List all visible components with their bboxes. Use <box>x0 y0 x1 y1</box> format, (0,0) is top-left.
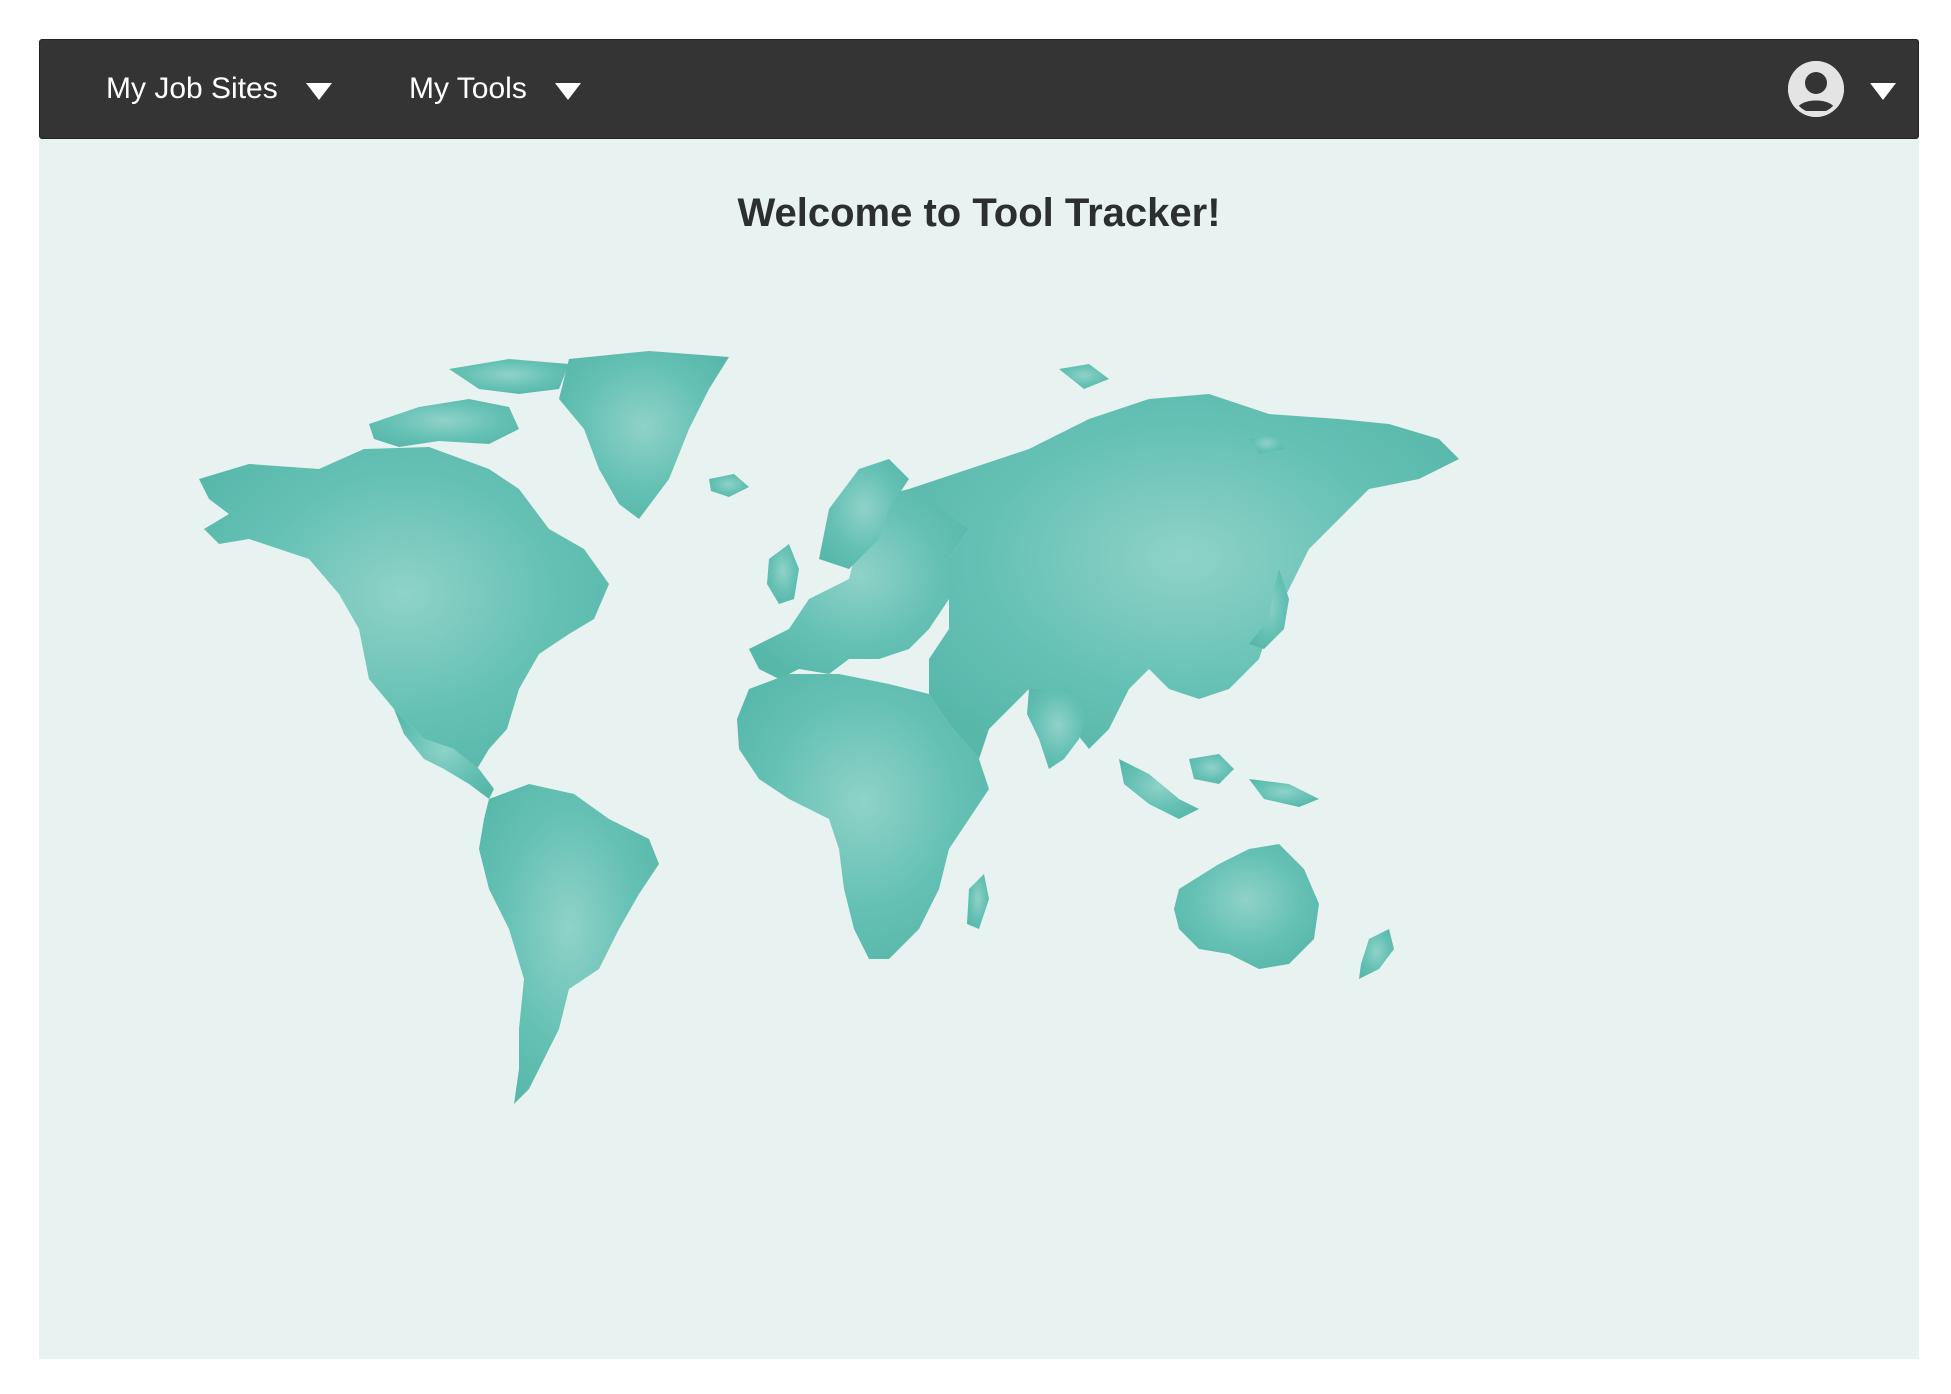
main-content: Welcome to Tool Tracker! <box>39 139 1919 1359</box>
my-job-sites-label: My Job Sites <box>106 72 278 105</box>
user-avatar-icon <box>1788 61 1844 117</box>
my-job-sites-menu[interactable]: My Job Sites <box>106 40 332 138</box>
my-tools-label: My Tools <box>409 72 527 105</box>
user-menu[interactable] <box>1788 40 1896 138</box>
world-map-image <box>199 351 1459 1104</box>
app-window: My Job Sites My Tools Welcome to Tool Tr… <box>39 39 1919 1359</box>
caret-down-icon <box>554 82 581 100</box>
top-navbar: My Job Sites My Tools <box>39 39 1919 139</box>
caret-down-icon <box>305 82 332 100</box>
my-tools-menu[interactable]: My Tools <box>409 40 581 138</box>
caret-down-icon <box>1870 82 1896 100</box>
welcome-heading: Welcome to Tool Tracker! <box>737 191 1221 235</box>
